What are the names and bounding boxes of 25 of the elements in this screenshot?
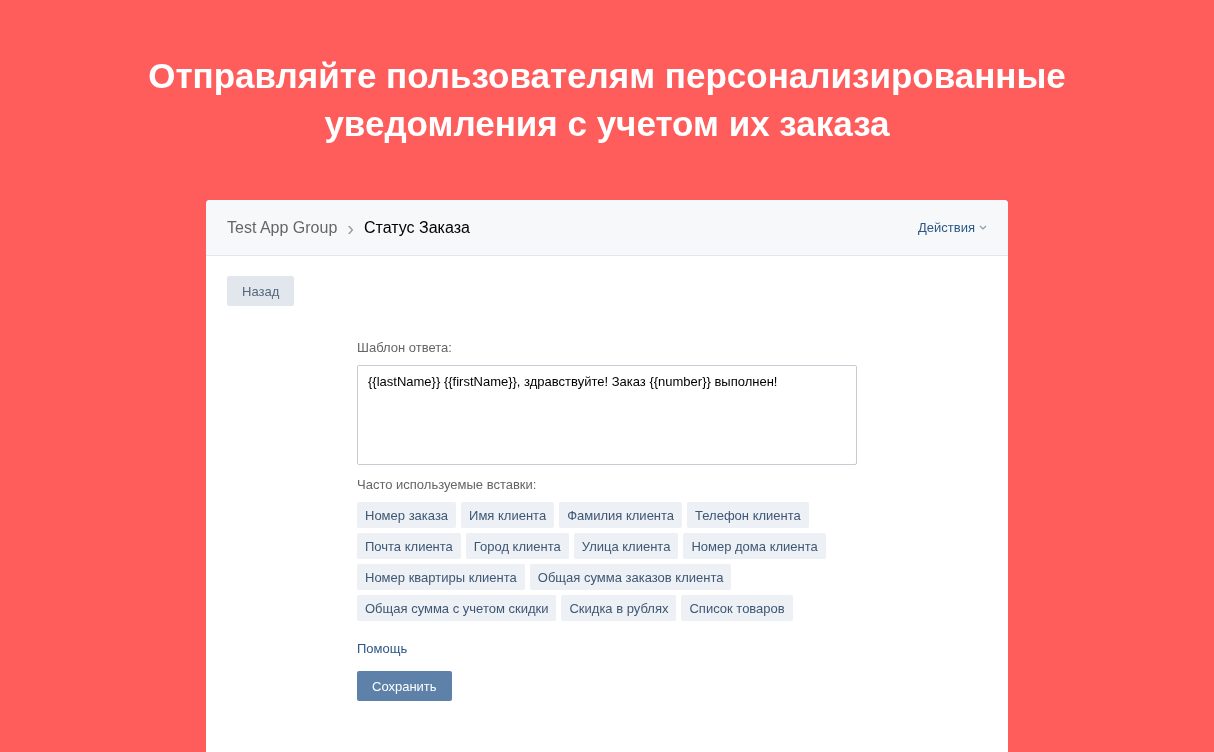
insert-tag[interactable]: Общая сумма с учетом скидки (357, 595, 557, 621)
insert-tag[interactable]: Список товаров (681, 595, 793, 621)
insert-tag[interactable]: Имя клиента (461, 502, 555, 528)
insert-tag[interactable]: Город клиента (465, 533, 569, 559)
page-title: Статус Заказа (363, 218, 470, 237)
insert-tag[interactable]: Номер квартиры клиента (357, 564, 525, 590)
insert-tag[interactable]: Номер заказа (357, 502, 457, 528)
headline: Отправляйте пользователям персонализированные уведомления с учетом их заказа (147, 55, 1067, 145)
insert-tag[interactable]: Скидка в рублях (561, 595, 677, 621)
actions-menu[interactable]: Действия (918, 220, 987, 235)
insert-tag[interactable]: Фамилия клиента (559, 502, 683, 528)
save-button[interactable]: Сохранить (357, 671, 452, 701)
field-label: Шаблон ответа: (357, 340, 453, 355)
help-link[interactable]: Помощь (357, 641, 408, 656)
breadcrumb-link[interactable]: Test App Group (227, 218, 338, 237)
template-field[interactable]: {{lastName}} {{firstName}}, здравствуйте! Заказ {{number}} выполнен! (357, 365, 857, 465)
insert-tag[interactable]: Телефон клиента (687, 502, 809, 528)
chevron-down-icon (979, 225, 987, 230)
section-label: Часто используемые вставки: (357, 477, 538, 492)
insert-tag[interactable]: Почта клиента (357, 533, 461, 559)
insert-tag[interactable]: Общая сумма заказов клиента (529, 564, 732, 590)
insert-tag[interactable]: Номер дома клиента (683, 533, 826, 559)
back-button[interactable]: Назад (227, 276, 295, 306)
breadcrumb-separator: › (347, 219, 354, 236)
insert-tag[interactable]: Улица клиента (573, 533, 679, 559)
